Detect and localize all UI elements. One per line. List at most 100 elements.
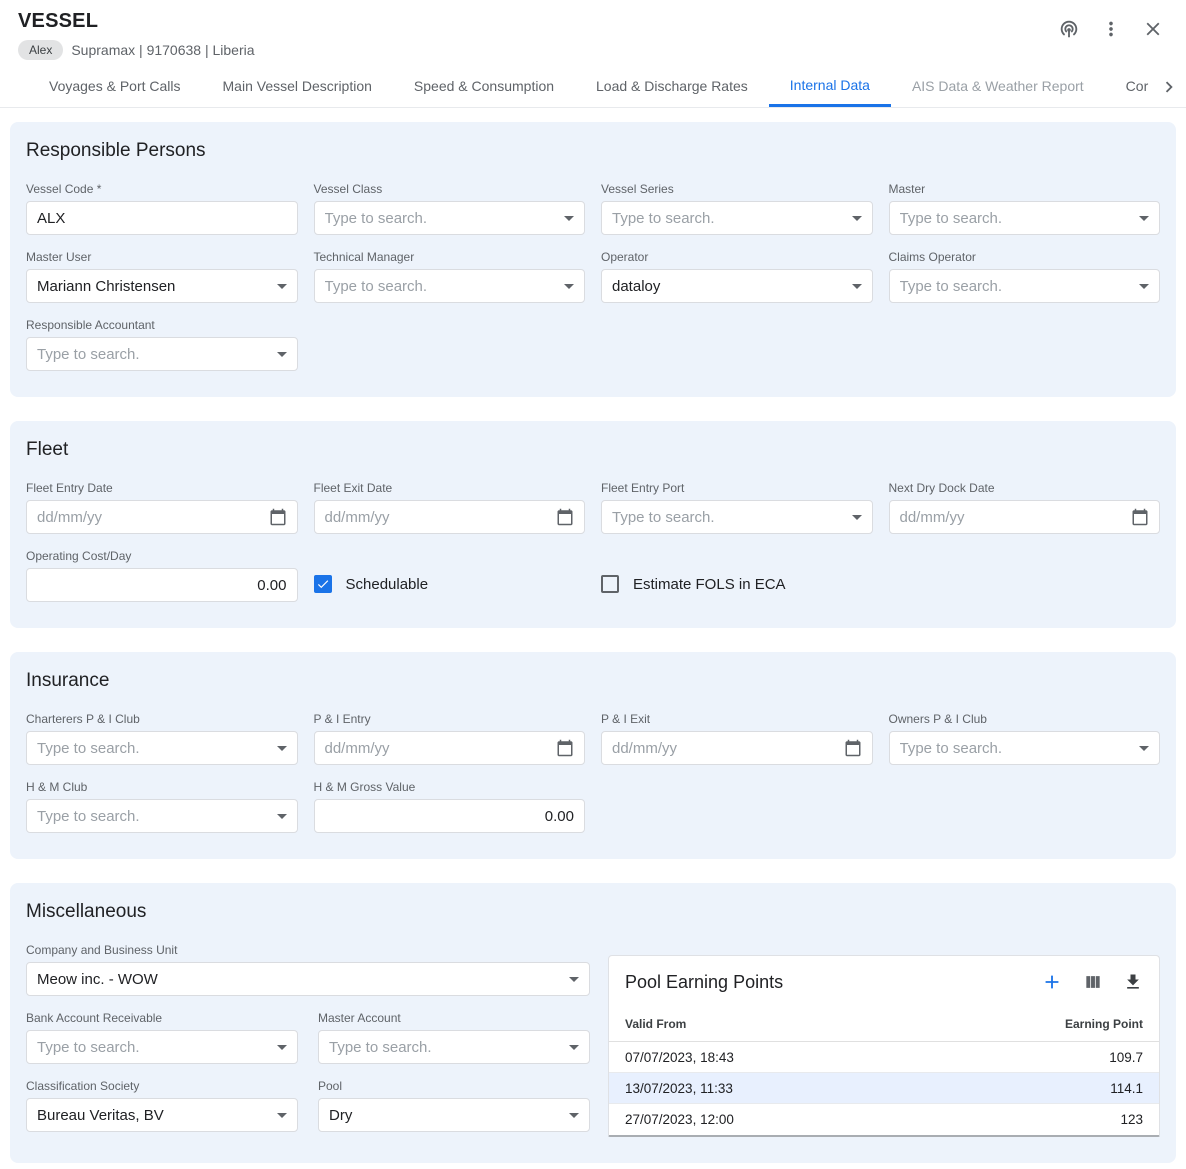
calendar-icon[interactable] (269, 508, 287, 526)
table-row[interactable]: 27/07/2023, 12:00 123 (609, 1104, 1159, 1135)
pool-field: Pool Dry (318, 1079, 590, 1132)
more-options-icon[interactable] (1100, 18, 1122, 40)
download-icon[interactable] (1123, 972, 1143, 992)
owners-pi-club-select[interactable]: Type to search. (889, 731, 1161, 765)
page-title: VESSEL (18, 10, 255, 33)
field-label: Vessel Series (601, 182, 873, 196)
calendar-icon[interactable] (556, 508, 574, 526)
master-field: Master Type to search. (889, 182, 1161, 235)
master-account-field: Master Account Type to search. (318, 1011, 590, 1064)
close-icon[interactable] (1142, 18, 1164, 40)
select-value: Type to search. (900, 278, 1132, 295)
field-label: Company and Business Unit (26, 943, 590, 957)
field-label: H & M Gross Value (314, 780, 586, 794)
schedulable-checkbox[interactable]: Schedulable (314, 567, 586, 601)
field-label: Fleet Entry Port (601, 481, 873, 495)
technical-manager-select[interactable]: Type to search. (314, 269, 586, 303)
pi-entry-input[interactable] (325, 740, 549, 757)
charterers-pi-club-select[interactable]: Type to search. (26, 731, 298, 765)
charterers-pi-club-field: Charterers P & I Club Type to search. (26, 712, 298, 765)
hm-gross-value-field: H & M Gross Value (314, 780, 586, 833)
next-dry-dock-date-field: Next Dry Dock Date (889, 481, 1161, 534)
claims-operator-select[interactable]: Type to search. (889, 269, 1161, 303)
field-label: Vessel Class (314, 182, 586, 196)
pool-select[interactable]: Dry (318, 1098, 590, 1132)
operator-select[interactable]: dataloy (601, 269, 873, 303)
field-label: Fleet Entry Date (26, 481, 298, 495)
master-select[interactable]: Type to search. (889, 201, 1161, 235)
vessel-code-input[interactable] (37, 210, 287, 227)
section-fleet: Fleet Fleet Entry Date Fleet Exit Date F… (10, 421, 1176, 628)
bank-account-receivable-select[interactable]: Type to search. (26, 1030, 298, 1064)
dropdown-arrow-icon (277, 746, 287, 751)
select-value: Type to search. (325, 210, 557, 227)
responsible-accountant-select[interactable]: Type to search. (26, 337, 298, 371)
hm-gross-value-input[interactable] (325, 808, 575, 825)
pi-exit-input[interactable] (612, 740, 836, 757)
vessel-series-select[interactable]: Type to search. (601, 201, 873, 235)
checkbox-checked-icon[interactable] (314, 575, 332, 593)
vessel-class-select[interactable]: Type to search. (314, 201, 586, 235)
responsible-persons-grid: Vessel Code * Vessel Class Type to searc… (26, 182, 1160, 371)
earning-point-cell: 114.1 (1110, 1081, 1143, 1096)
select-value: Type to search. (37, 1039, 269, 1056)
tab-main-vessel-description[interactable]: Main Vessel Description (202, 66, 393, 107)
tab-load-discharge-rates[interactable]: Load & Discharge Rates (575, 66, 769, 107)
table-row[interactable]: 13/07/2023, 11:33 114.1 (609, 1073, 1159, 1104)
fleet-exit-date-input[interactable] (325, 509, 549, 526)
vessel-subtitle-row: Alex Supramax | 9170638 | Liberia (18, 40, 255, 60)
broadcast-icon[interactable] (1058, 18, 1080, 40)
dropdown-arrow-icon (1139, 216, 1149, 221)
estimate-fols-checkbox[interactable]: Estimate FOLS in ECA (601, 567, 873, 601)
pool-card-title: Pool Earning Points (625, 972, 783, 993)
operating-cost-day-input[interactable] (37, 577, 287, 594)
hm-gross-value-box (314, 799, 586, 833)
claims-operator-field: Claims Operator Type to search. (889, 250, 1161, 303)
add-row-icon[interactable] (1041, 971, 1063, 993)
calendar-icon[interactable] (556, 739, 574, 757)
company-business-unit-select[interactable]: Meow inc. - WOW (26, 962, 590, 996)
chevron-right-icon[interactable] (1152, 66, 1186, 107)
tab-voyages-port-calls[interactable]: Voyages & Port Calls (28, 66, 202, 107)
tab-speed-consumption[interactable]: Speed & Consumption (393, 66, 575, 107)
hm-club-select[interactable]: Type to search. (26, 799, 298, 833)
fleet-entry-port-select[interactable]: Type to search. (601, 500, 873, 534)
columns-icon[interactable] (1083, 972, 1103, 992)
classification-society-select[interactable]: Bureau Veritas, BV (26, 1098, 298, 1132)
table-row[interactable]: 07/07/2023, 18:43 109.7 (609, 1042, 1159, 1073)
checkbox-unchecked-icon[interactable] (601, 575, 619, 593)
earning-point-cell: 123 (1120, 1112, 1143, 1127)
section-miscellaneous: Miscellaneous Company and Business Unit … (10, 883, 1176, 1163)
master-account-select[interactable]: Type to search. (318, 1030, 590, 1064)
tab-internal-data[interactable]: Internal Data (769, 66, 891, 107)
field-label: Technical Manager (314, 250, 586, 264)
vessel-code-field: Vessel Code * (26, 182, 298, 235)
vessel-alias-chip: Alex (18, 40, 63, 60)
next-dry-dock-date-input[interactable] (900, 509, 1124, 526)
calendar-icon[interactable] (844, 739, 862, 757)
calendar-icon[interactable] (1131, 508, 1149, 526)
fleet-entry-date-input[interactable] (37, 509, 261, 526)
field-label: Owners P & I Club (889, 712, 1161, 726)
vessel-code-input-box (26, 201, 298, 235)
section-responsible-persons: Responsible Persons Vessel Code * Vessel… (10, 122, 1176, 397)
vessel-form: Responsible Persons Vessel Code * Vessel… (0, 108, 1186, 1169)
tab-ais-data-weather-report[interactable]: AIS Data & Weather Report (891, 66, 1105, 107)
select-value: Type to search. (37, 808, 269, 825)
fleet-entry-date-box (26, 500, 298, 534)
valid-from-column-header: Valid From (625, 1017, 686, 1031)
dropdown-arrow-icon (277, 1113, 287, 1118)
vessel-subtitle: Supramax | 9170638 | Liberia (71, 42, 254, 58)
select-value: Type to search. (37, 346, 269, 363)
hm-club-field: H & M Club Type to search. (26, 780, 298, 833)
responsible-accountant-field: Responsible Accountant Type to search. (26, 318, 298, 371)
section-title: Fleet (26, 439, 1160, 461)
field-label: Charterers P & I Club (26, 712, 298, 726)
select-value: Type to search. (900, 740, 1132, 757)
dropdown-arrow-icon (852, 216, 862, 221)
field-label: Bank Account Receivable (26, 1011, 298, 1025)
dropdown-arrow-icon (852, 284, 862, 289)
miscellaneous-fields: Company and Business Unit Meow inc. - WO… (26, 943, 590, 1132)
select-value: Type to search. (329, 1039, 561, 1056)
master-user-select[interactable]: Mariann Christensen (26, 269, 298, 303)
